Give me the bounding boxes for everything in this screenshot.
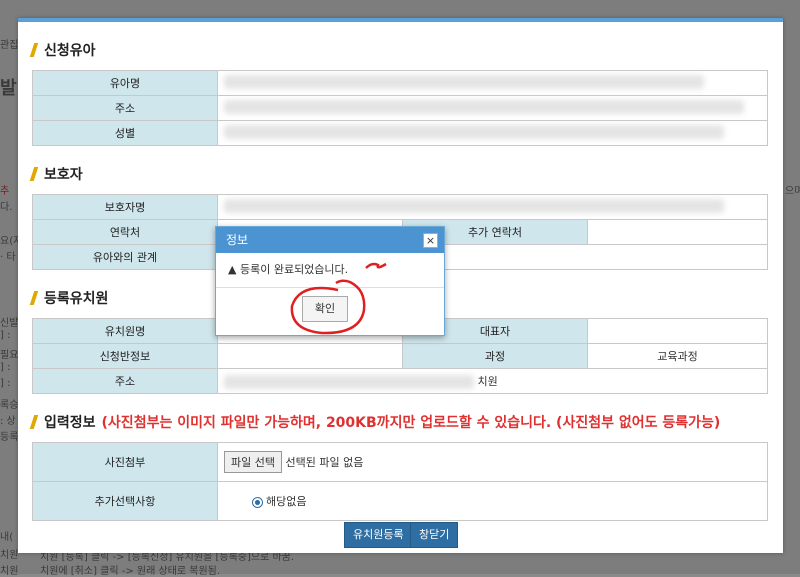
- section-guardian-title: 보호자: [29, 164, 83, 184]
- bg-fragment: 록승: [0, 400, 19, 411]
- bg-fragment: ] :: [0, 362, 11, 373]
- label-guardian-contact: 연락처: [32, 219, 218, 245]
- section-marker-icon: [29, 415, 39, 429]
- bg-fragment: 필요: [0, 350, 19, 361]
- label-child-gender: 성별: [32, 120, 218, 146]
- label-guardian-name: 보호자명: [32, 194, 218, 220]
- table-row: 주소: [32, 95, 768, 121]
- bg-fragment: 신발: [0, 318, 19, 329]
- section-kinder-title: 등록유치원: [29, 288, 109, 308]
- bg-fragment: 치원: [0, 566, 19, 577]
- section-title-text: 신청유아: [44, 43, 96, 59]
- table-row: 추가선택사항 해당없음: [32, 481, 768, 521]
- dialog-header: 정보 ×: [216, 227, 444, 253]
- value-course: 교육과정: [587, 343, 768, 369]
- close-window-button[interactable]: 창닫기: [410, 522, 459, 548]
- radio-none-label: 해당없음: [266, 495, 307, 508]
- bg-fragment: 등록: [0, 432, 19, 443]
- table-row: 사진첨부 파일 선택 선택된 파일 없음: [32, 442, 768, 482]
- label-kinder-name: 유치원명: [32, 318, 218, 344]
- table-row: 성별: [32, 120, 768, 146]
- section-marker-icon: [29, 43, 39, 57]
- input-table: 사진첨부 파일 선택 선택된 파일 없음 추가선택사항 해당없음: [32, 442, 768, 521]
- section-title-text: 등록유치원: [44, 291, 109, 307]
- bg-fragment: 관집: [0, 40, 19, 51]
- label-class-info: 신청반정보: [32, 343, 218, 369]
- value-extra-option: 해당없음: [217, 481, 768, 521]
- table-row: 보호자명: [32, 194, 768, 220]
- table-row: 신청반정보 과정 교육과정: [32, 343, 768, 369]
- value-photo: 파일 선택 선택된 파일 없음: [217, 442, 768, 482]
- close-icon[interactable]: ×: [423, 233, 438, 248]
- bg-fragment: : 상: [0, 416, 16, 427]
- value-child-gender: [217, 120, 768, 146]
- bg-fragment: 발: [0, 78, 17, 99]
- bg-fragment: 으며: [785, 186, 800, 197]
- dialog-message-row: ▲ 등록이 완료되었습니다.: [228, 261, 348, 277]
- register-button[interactable]: 유치원등록: [344, 522, 413, 548]
- section-input-title: 입력정보 (사진첨부는 이미지 파일만 가능하며, 200KB까지만 업로드할 …: [29, 412, 721, 432]
- label-relation: 유아와의 관계: [32, 244, 218, 270]
- radio-none[interactable]: [251, 496, 263, 508]
- confirm-button[interactable]: 확인: [302, 296, 348, 322]
- info-dialog: 정보 × ▲ 등록이 완료되었습니다. 확인: [215, 226, 445, 336]
- dialog-title: 정보: [226, 233, 249, 247]
- value-child-name: [217, 70, 768, 96]
- table-row: 주소 치원: [32, 368, 768, 394]
- section-marker-icon: [29, 167, 39, 181]
- bg-fragment: 다.: [0, 202, 13, 213]
- upload-note: (사진첨부는 이미지 파일만 가능하며, 200KB까지만 업로드할 수 있습니…: [101, 415, 721, 431]
- bg-fragment: 치원: [0, 550, 19, 561]
- table-row: 유아명: [32, 70, 768, 96]
- bg-fragment: 추: [0, 186, 10, 197]
- label-child-address: 주소: [32, 95, 218, 121]
- value-child-address: [217, 95, 768, 121]
- file-select-button[interactable]: 파일 선택: [224, 451, 282, 473]
- bg-fragment: ] :: [0, 378, 11, 389]
- label-course: 과정: [402, 343, 588, 369]
- label-extra-option: 추가선택사항: [32, 481, 218, 521]
- child-table: 유아명 주소 성별: [32, 70, 768, 146]
- label-child-name: 유아명: [32, 70, 218, 96]
- bg-fragment: ] :: [0, 330, 11, 341]
- dialog-divider: [216, 287, 444, 288]
- section-child-title: 신청유아: [29, 40, 96, 60]
- value-class-info: [217, 343, 403, 369]
- bg-fragment: 내(: [0, 532, 14, 543]
- bg-footer-line: 치원에 [취소] 클릭 -> 원래 상태로 복원됨.: [40, 566, 221, 577]
- kinder-address-suffix: 치원: [477, 375, 498, 388]
- value-extra-contact: [587, 219, 768, 245]
- value-guardian-name: [217, 194, 768, 220]
- dialog-message: 등록이 완료되었습니다.: [239, 263, 349, 276]
- file-status-text: 선택된 파일 없음: [285, 456, 364, 469]
- section-marker-icon: [29, 291, 39, 305]
- section-title-text: 입력정보: [44, 415, 96, 431]
- warning-icon: ▲: [228, 263, 237, 276]
- label-photo: 사진첨부: [32, 442, 218, 482]
- label-kinder-address: 주소: [32, 368, 218, 394]
- section-title-text: 보호자: [44, 167, 83, 183]
- value-kinder-address: 치원: [217, 368, 768, 394]
- bg-fragment: · 타: [0, 252, 16, 263]
- value-representative: [587, 318, 768, 344]
